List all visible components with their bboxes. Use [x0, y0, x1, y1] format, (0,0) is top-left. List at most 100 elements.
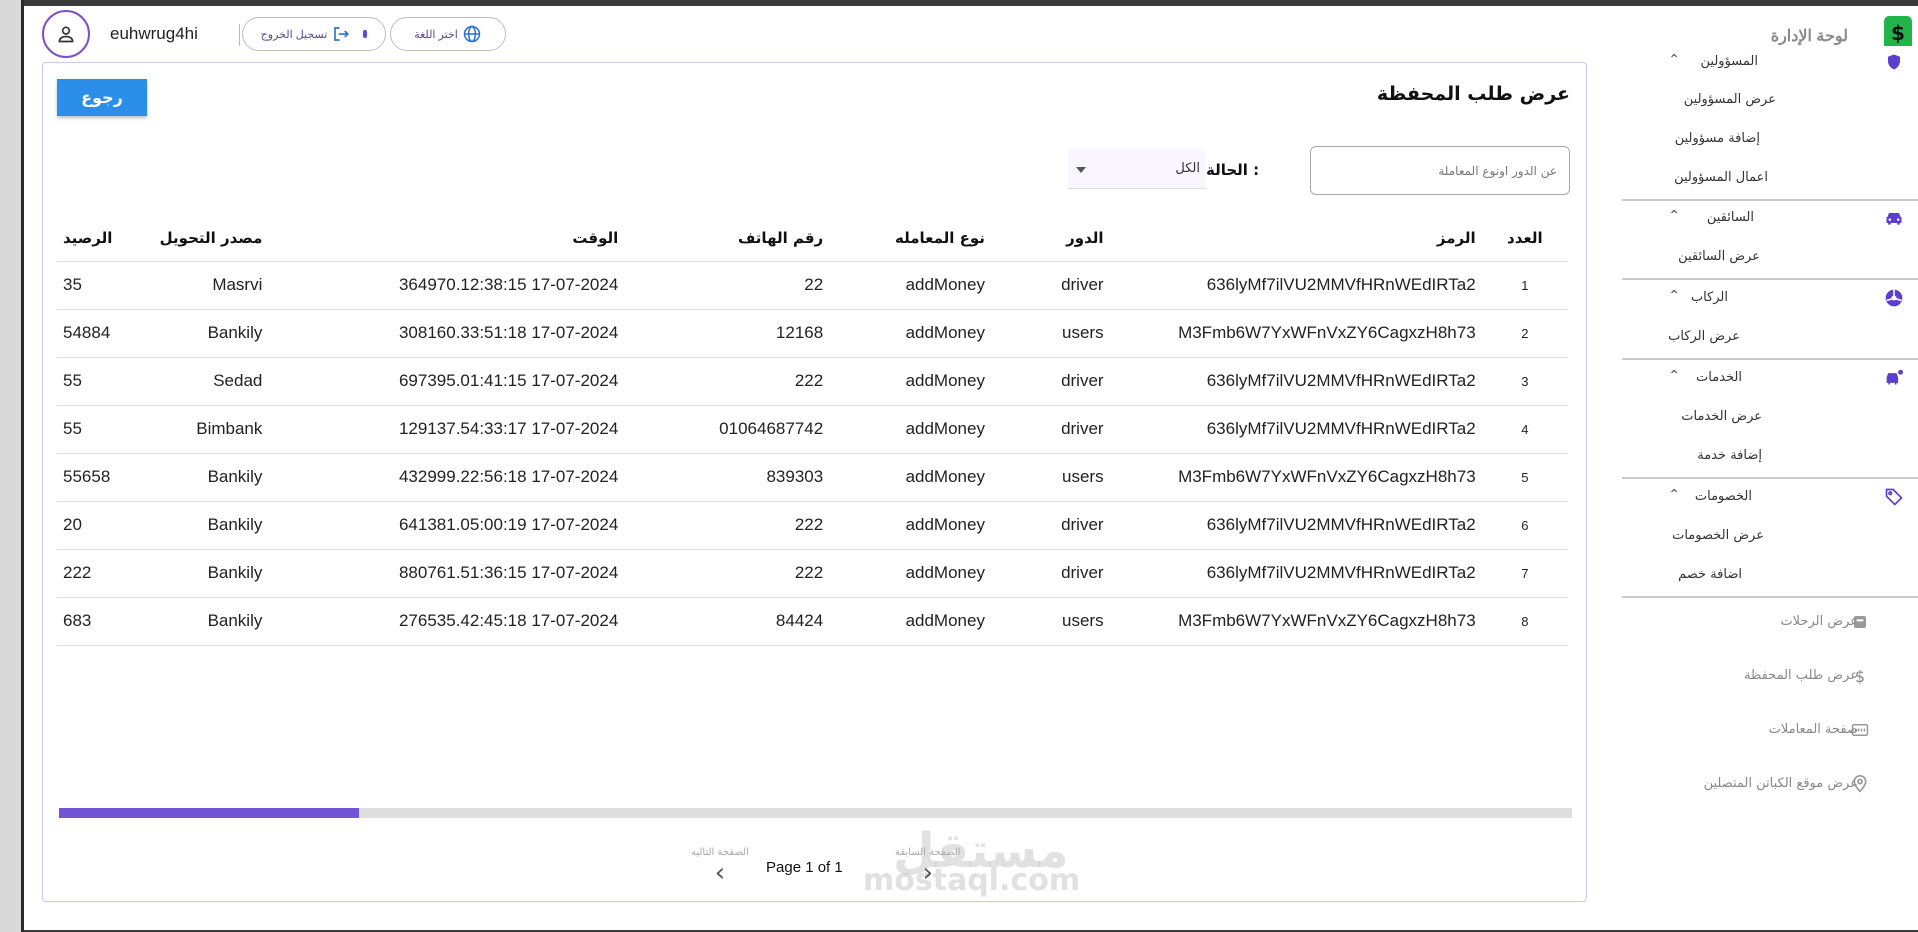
sidebar-item-view-admins[interactable]: عرض المسؤولين	[1684, 92, 1776, 107]
sidebar-item-admin-actions[interactable]: اعمال المسؤولين	[1674, 170, 1768, 185]
sidebar-item-add-admin[interactable]: إضافة مسؤولين	[1675, 131, 1760, 146]
language-button[interactable]: اختر اللغة	[390, 17, 506, 51]
search-placeholder: عن الدور اونوع المعاملة	[1438, 163, 1557, 178]
sidebar-divider	[1622, 477, 1918, 479]
sidebar-section-drivers[interactable]: السائقين ⌃	[1622, 202, 1918, 234]
sidebar-item-view-drivers[interactable]: عرض السائقين	[1678, 249, 1760, 264]
cell-source: Sedad	[134, 357, 269, 406]
cell-num: 1	[1481, 261, 1568, 310]
sidebar-item-captains-location[interactable]: عرض موقع الكباتن المتصلين	[1622, 768, 1918, 800]
section-title-admins: المسؤولين	[1700, 54, 1758, 69]
cell-source: Bankily	[134, 453, 269, 502]
cell-balance: 222	[57, 549, 135, 598]
next-page-label: الصفحة التاليه	[691, 847, 749, 858]
table-row[interactable]: 55 Sedad 697395.01:41:15 17-07-2024 222 …	[57, 357, 1568, 406]
table-row[interactable]: 54884 Bankily 308160.33:51:18 17-07-2024…	[57, 309, 1568, 358]
brand-logo-glyph: $	[1891, 21, 1905, 45]
status-filter-label: الحالة :	[1206, 161, 1260, 179]
sidebar: المسؤولين ⌃ عرض المسؤولين إضافة مسؤولين …	[1622, 46, 1918, 930]
chevron-up-icon[interactable]: ⌃	[1668, 288, 1680, 304]
cell-code: 636lyMf7ilVU2MMVfHRnWEdIRTa2	[1109, 501, 1482, 550]
col-header-phone[interactable]: رقم الهاتف	[624, 215, 830, 262]
prev-page-label: الصفحة السابقة	[895, 847, 961, 858]
cell-time: 129137.54:33:17 17-07-2024	[268, 405, 625, 454]
cell-source: Bankily	[134, 597, 269, 646]
chevron-up-icon[interactable]: ⌃	[1668, 52, 1680, 68]
col-header-code[interactable]: الرمز	[1109, 215, 1482, 262]
cell-source: Bankily	[134, 501, 269, 550]
sidebar-item-transactions[interactable]: صفحة المعاملات	[1622, 714, 1918, 746]
sidebar-section-admins[interactable]: المسؤولين ⌃	[1622, 46, 1918, 78]
sidebar-item-view-services[interactable]: عرض الخدمات	[1681, 409, 1762, 424]
col-header-source[interactable]: مصدر التحويل	[134, 215, 269, 262]
admin-shield-icon	[1884, 52, 1904, 72]
chevron-up-icon[interactable]: ⌃	[1668, 208, 1680, 224]
sidebar-section-riders[interactable]: الركاب ⌃	[1622, 282, 1918, 314]
section-title-riders: الركاب	[1690, 290, 1728, 305]
page-info: Page 1 of 1	[766, 859, 843, 876]
col-header-type[interactable]: نوع المعامله	[829, 215, 991, 262]
sidebar-section-discounts[interactable]: الخصومات ⌃	[1622, 481, 1918, 513]
table-row[interactable]: 222 Bankily 880761.51:36:15 17-07-2024 2…	[57, 549, 1568, 598]
cell-source: Bankily	[134, 309, 269, 358]
sidebar-item-wallet-requests[interactable]: $ عرض طلب المحفظة	[1622, 660, 1918, 692]
cell-type: addMoney	[829, 309, 991, 358]
chevron-up-icon[interactable]: ⌃	[1668, 368, 1680, 384]
status-filter-value: الكل	[1175, 161, 1200, 176]
cell-source: Bankily	[134, 549, 269, 598]
cell-role: driver	[990, 501, 1110, 550]
cell-time: 364970.12:38:15 17-07-2024	[268, 261, 625, 310]
table-row[interactable]: 35 Masrvi 364970.12:38:15 17-07-2024 22 …	[57, 261, 1568, 310]
col-header-role[interactable]: الدور	[990, 215, 1110, 262]
sidebar-item-trips[interactable]: عرض الرحلات	[1622, 606, 1918, 638]
cell-num: 3	[1481, 357, 1568, 406]
cell-code: 636lyMf7ilVU2MMVfHRnWEdIRTa2	[1109, 357, 1482, 406]
cell-role: users	[990, 453, 1110, 502]
chevron-up-icon[interactable]: ⌃	[1668, 487, 1680, 503]
cell-type: addMoney	[829, 261, 991, 310]
app-root: euhwrug4hi تسجيل الخروج اختر اللغة لوحة …	[24, 6, 1918, 930]
brand-title: لوحة الإدارة	[1770, 28, 1848, 45]
brand-logo[interactable]: $	[1884, 16, 1912, 50]
sidebar-item-view-riders[interactable]: عرض الركاب	[1668, 329, 1740, 344]
wallet-requests-table: الرصيد مصدر التحويل الوقت رقم الهاتف نوع…	[57, 215, 1568, 646]
sidebar-section-services[interactable]: الخدمات ⌃	[1622, 362, 1918, 394]
cell-code: M3Fmb6W7YxWFnVxZY6CagxzH8h73	[1109, 309, 1482, 358]
sidebar-divider	[1622, 596, 1918, 598]
chevron-right-icon: ›	[922, 858, 933, 888]
sidebar-item-view-discounts[interactable]: عرض الخصومات	[1672, 528, 1764, 543]
section-title-discounts: الخصومات	[1694, 489, 1752, 504]
sidebar-item-add-discount[interactable]: اضافة خصم	[1678, 567, 1742, 582]
sidebar-label-trips: عرض الرحلات	[1780, 614, 1858, 629]
search-input[interactable]: عن الدور اونوع المعاملة	[1310, 146, 1570, 195]
next-page-button[interactable]: الصفحة التاليه ‹	[691, 847, 749, 886]
cell-source: Masrvi	[134, 261, 269, 310]
cell-code: 636lyMf7ilVU2MMVfHRnWEdIRTa2	[1109, 261, 1482, 310]
user-icon	[58, 26, 74, 43]
cell-role: driver	[990, 405, 1110, 454]
cell-num: 6	[1481, 501, 1568, 550]
col-header-balance[interactable]: الرصيد	[57, 215, 135, 262]
prev-page-button[interactable]: الصفحة السابقة ›	[895, 847, 961, 886]
logout-button[interactable]: تسجيل الخروج	[242, 17, 386, 51]
cell-type: addMoney	[829, 549, 991, 598]
back-button[interactable]: رجوع	[57, 79, 147, 116]
user-avatar[interactable]	[42, 10, 90, 58]
scrollbar-thumb[interactable]	[59, 808, 359, 818]
table-header-row: الرصيد مصدر التحويل الوقت رقم الهاتف نوع…	[57, 215, 1568, 262]
col-header-num[interactable]: العدد	[1481, 215, 1568, 262]
table-row[interactable]: 55658 Bankily 432999.22:56:18 17-07-2024…	[57, 453, 1568, 502]
col-header-time[interactable]: الوقت	[268, 215, 625, 262]
status-filter-select[interactable]: الكل	[1068, 149, 1206, 189]
table-row[interactable]: 55 Bimbank 129137.54:33:17 17-07-2024 01…	[57, 405, 1568, 454]
logout-icon	[334, 27, 350, 41]
cell-balance: 20	[57, 501, 135, 550]
table-row[interactable]: 683 Bankily 276535.42:45:18 17-07-2024 8…	[57, 597, 1568, 646]
chevron-left-icon: ‹	[714, 858, 726, 888]
header-divider	[239, 24, 240, 46]
horizontal-scrollbar[interactable]	[59, 808, 1572, 818]
section-title-drivers: السائقين	[1706, 210, 1754, 225]
cell-time: 432999.22:56:18 17-07-2024	[268, 453, 625, 502]
sidebar-item-add-service[interactable]: إضافة خدمة	[1697, 448, 1762, 463]
table-row[interactable]: 20 Bankily 641381.05:00:19 17-07-2024 22…	[57, 501, 1568, 550]
